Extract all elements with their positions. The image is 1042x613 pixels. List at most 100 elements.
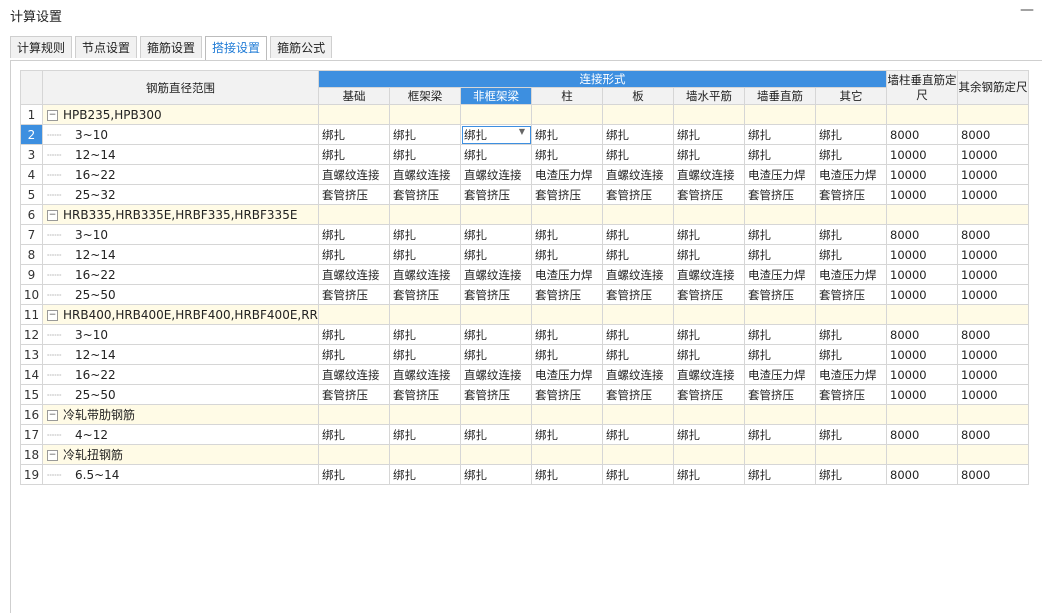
connection-cell[interactable]: 绑扎: [602, 144, 674, 165]
connection-cell[interactable]: 绑扎: [602, 224, 674, 245]
connection-cell[interactable]: 绑扎: [673, 224, 745, 245]
connection-cell[interactable]: 绑扎: [531, 144, 603, 165]
tab-node-settings[interactable]: 节点设置: [75, 36, 138, 58]
connection-cell[interactable]: 绑扎: [318, 144, 390, 165]
length-cell[interactable]: 10000: [886, 364, 958, 385]
connection-cell[interactable]: 套管挤压: [744, 384, 816, 405]
connection-cell[interactable]: 绑扎: [744, 124, 816, 145]
connection-cell[interactable]: 绑扎: [531, 244, 603, 265]
connection-cell[interactable]: 绑扎: [531, 344, 603, 365]
connection-cell[interactable]: 绑扎: [460, 244, 532, 265]
connection-cell[interactable]: 套管挤压: [815, 284, 887, 305]
row-number[interactable]: 3: [20, 144, 43, 165]
connection-cell[interactable]: 绑扎: [815, 324, 887, 345]
collapse-icon[interactable]: −: [47, 309, 58, 321]
table-row[interactable]: 5 ┄┄ 25~32 套管挤压 套管挤压 套管挤压 套管挤压 套管挤压 套管挤压 套管挤压 套管挤压…: [20, 184, 1029, 205]
collapse-icon[interactable]: −: [47, 209, 58, 221]
connection-cell[interactable]: 套管挤压: [460, 284, 532, 305]
connection-cell[interactable]: 绑扎: [815, 124, 887, 145]
row-number[interactable]: 14: [20, 364, 43, 385]
connection-cell[interactable]: 套管挤压: [389, 184, 461, 205]
connection-cell[interactable]: 直螺纹连接: [318, 364, 390, 385]
connection-cell[interactable]: 直螺纹连接: [673, 164, 745, 185]
connection-cell[interactable]: 套管挤压: [460, 184, 532, 205]
connection-cell[interactable]: 电渣压力焊: [531, 164, 603, 185]
connection-cell[interactable]: 套管挤压: [673, 284, 745, 305]
table-row[interactable]: 8 ┄┄ 12~14 绑扎 绑扎 绑扎 绑扎 绑扎 绑扎 绑扎 绑扎 10000 10000: [20, 244, 1029, 265]
length-cell[interactable]: 8000: [886, 124, 958, 145]
connection-cell[interactable]: 绑扎: [318, 244, 390, 265]
caret-down-icon[interactable]: ▼: [519, 127, 525, 136]
length-cell[interactable]: 10000: [957, 244, 1029, 265]
connection-cell[interactable]: 绑扎: [602, 324, 674, 345]
group-row[interactable]: 18− 冷轧扭钢筋: [20, 444, 1029, 465]
connection-cell[interactable]: 绑扎: [673, 344, 745, 365]
connection-cell[interactable]: 绑扎 ▼: [460, 124, 532, 145]
connection-cell[interactable]: 绑扎: [460, 424, 532, 445]
connection-cell[interactable]: 套管挤压: [815, 184, 887, 205]
group-row[interactable]: 6− HRB335,HRB335E,HRBF335,HRBF335E: [20, 204, 1029, 225]
connection-cell[interactable]: 套管挤压: [460, 384, 532, 405]
connection-cell[interactable]: 直螺纹连接: [673, 264, 745, 285]
connection-cell[interactable]: 绑扎: [602, 344, 674, 365]
connection-cell[interactable]: 套管挤压: [318, 284, 390, 305]
connection-cell[interactable]: 直螺纹连接: [460, 364, 532, 385]
table-row[interactable]: 4 ┄┄ 16~22 直螺纹连接 直螺纹连接 直螺纹连接 电渣压力焊 直螺纹连接 直螺纹连接 电渣…: [20, 164, 1029, 185]
length-cell[interactable]: 10000: [886, 344, 958, 365]
connection-cell[interactable]: 直螺纹连接: [460, 164, 532, 185]
row-number[interactable]: 8: [20, 244, 43, 265]
connection-cell[interactable]: 绑扎: [673, 324, 745, 345]
connection-cell[interactable]: 绑扎: [531, 324, 603, 345]
connection-cell[interactable]: 套管挤压: [531, 184, 603, 205]
connection-cell[interactable]: 绑扎: [602, 244, 674, 265]
length-cell[interactable]: 10000: [886, 264, 958, 285]
connection-cell[interactable]: 绑扎: [744, 424, 816, 445]
connection-cell[interactable]: 绑扎: [531, 224, 603, 245]
group-row[interactable]: 11− HRB400,HRB400E,HRBF400,HRBF400E,RR...: [20, 304, 1029, 325]
row-number[interactable]: 2: [20, 124, 43, 145]
length-cell[interactable]: 10000: [886, 144, 958, 165]
row-number[interactable]: 5: [20, 184, 43, 205]
connection-cell[interactable]: 绑扎: [318, 324, 390, 345]
connection-cell[interactable]: 绑扎: [318, 224, 390, 245]
connection-cell[interactable]: 套管挤压: [531, 384, 603, 405]
connection-cell[interactable]: 套管挤压: [744, 184, 816, 205]
connection-cell[interactable]: 绑扎: [815, 344, 887, 365]
collapse-icon[interactable]: −: [47, 410, 58, 421]
length-cell[interactable]: 10000: [886, 164, 958, 185]
collapse-icon[interactable]: −: [47, 450, 58, 461]
connection-cell[interactable]: 电渣压力焊: [744, 264, 816, 285]
row-number[interactable]: 17: [20, 424, 43, 445]
connection-cell[interactable]: 绑扎: [389, 244, 461, 265]
connection-cell[interactable]: 套管挤压: [815, 384, 887, 405]
table-row[interactable]: 7 ┄┄ 3~10 绑扎 绑扎 绑扎 绑扎 绑扎 绑扎 绑扎 绑扎 8000 8000: [20, 224, 1029, 245]
length-cell[interactable]: 10000: [957, 364, 1029, 385]
connection-cell[interactable]: 绑扎: [815, 144, 887, 165]
length-cell[interactable]: 10000: [957, 184, 1029, 205]
connection-cell[interactable]: 绑扎: [389, 324, 461, 345]
length-cell[interactable]: 10000: [957, 284, 1029, 305]
length-cell[interactable]: 10000: [957, 384, 1029, 405]
connection-cell[interactable]: 绑扎: [389, 344, 461, 365]
length-cell[interactable]: 10000: [886, 244, 958, 265]
length-cell[interactable]: 8000: [886, 224, 958, 245]
connection-cell[interactable]: 套管挤压: [673, 184, 745, 205]
table-row[interactable]: 10 ┄┄ 25~50 套管挤压 套管挤压 套管挤压 套管挤压 套管挤压 套管挤压 套管挤压 套管挤…: [20, 284, 1029, 305]
length-cell[interactable]: 8000: [957, 124, 1029, 145]
connection-cell[interactable]: 绑扎: [460, 324, 532, 345]
length-cell[interactable]: 10000: [957, 164, 1029, 185]
table-row[interactable]: 14 ┄┄ 16~22 直螺纹连接 直螺纹连接 直螺纹连接 电渣压力焊 直螺纹连接 直螺纹连接电…: [20, 364, 1029, 385]
length-cell[interactable]: 10000: [886, 284, 958, 305]
length-cell[interactable]: 8000: [886, 424, 958, 445]
connection-cell[interactable]: 绑扎: [673, 244, 745, 265]
length-cell[interactable]: 8000: [886, 464, 958, 485]
connection-cell[interactable]: 绑扎: [673, 424, 745, 445]
row-number[interactable]: 11: [20, 304, 43, 325]
connection-cell[interactable]: 套管挤压: [602, 184, 674, 205]
row-number[interactable]: 7: [20, 224, 43, 245]
connection-cell[interactable]: 绑扎: [744, 144, 816, 165]
connection-cell[interactable]: 电渣压力焊: [815, 364, 887, 385]
connection-cell[interactable]: 电渣压力焊: [744, 164, 816, 185]
connection-cell[interactable]: 套管挤压: [744, 284, 816, 305]
connection-cell[interactable]: 电渣压力焊: [815, 164, 887, 185]
